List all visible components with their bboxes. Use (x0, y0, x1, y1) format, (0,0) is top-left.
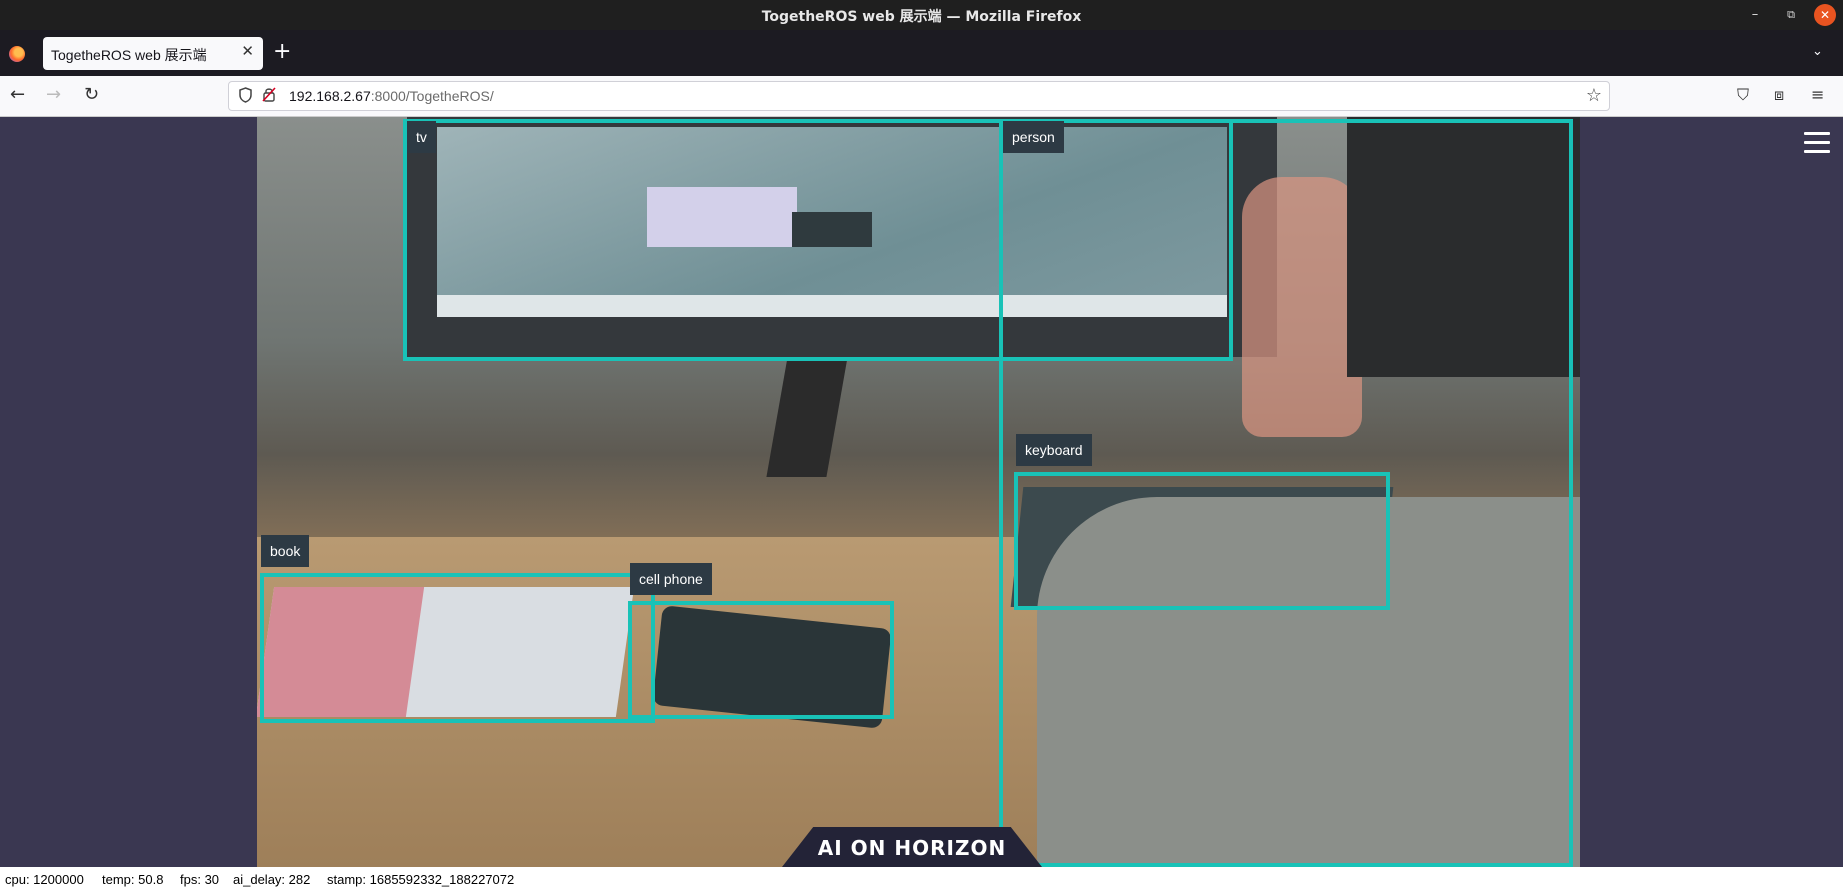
detection-box-book (260, 573, 655, 723)
detection-label-tv: tv (407, 121, 436, 153)
detection-box-keyboard (1014, 472, 1390, 610)
detection-label-cell-phone: cell phone (630, 563, 712, 595)
status-bar: cpu: 1200000 temp: 50.8 fps: 30 ai_delay… (0, 867, 1843, 891)
lock-insecure-icon[interactable] (262, 87, 276, 106)
list-all-tabs-button[interactable]: ⌄ (1812, 44, 1823, 59)
tab-togetheros[interactable]: TogetheROS web 展示端 ✕ (43, 37, 263, 70)
minimize-window-button[interactable]: – (1744, 4, 1766, 26)
status-temp: temp: 50.8 (102, 872, 164, 887)
status-ai-delay: ai_delay: 282 (233, 872, 311, 887)
menu-icon[interactable]: ≡ (1811, 85, 1824, 104)
tab-title: TogetheROS web 展示端 (51, 47, 207, 63)
firefox-logo-icon (9, 46, 25, 62)
camera-feed: tv person keyboard book cell phone AI ON… (257, 117, 1580, 867)
maximize-window-button[interactable]: ⧉ (1780, 4, 1802, 26)
shield-icon[interactable] (238, 87, 253, 107)
page-content: tv person keyboard book cell phone AI ON… (0, 117, 1843, 870)
detection-label-book: book (261, 535, 310, 567)
url-host: 192.168.2.67 (289, 88, 371, 104)
back-button[interactable]: ← (10, 85, 25, 105)
detection-label-person: person (1003, 121, 1064, 153)
detection-box-cell-phone (628, 601, 894, 719)
status-fps: fps: 30 (180, 872, 220, 887)
status-cpu: cpu: 1200000 (5, 872, 84, 887)
window-title: TogetheROS web 展示端 — Mozilla Firefox (761, 9, 1082, 25)
url-bar[interactable]: 192.168.2.67:8000/TogetheROS/ ☆ (228, 81, 1610, 111)
brand-text: AI ON HORIZON (817, 836, 1007, 860)
tab-strip: TogetheROS web 展示端 ✕ + ⌄ (0, 30, 1843, 76)
star-icon[interactable]: ☆ (1586, 85, 1602, 106)
url-path: :8000/TogetheROS/ (370, 88, 494, 104)
hamburger-icon[interactable] (1804, 132, 1830, 154)
reload-button[interactable]: ↻ (84, 85, 99, 105)
new-tab-button[interactable]: + (273, 41, 291, 63)
extensions-icon[interactable]: ⧈ (1774, 85, 1784, 105)
forward-button[interactable]: → (46, 85, 61, 105)
status-stamp: stamp: 1685592332_188227072 (327, 872, 515, 887)
close-window-button[interactable]: ✕ (1814, 4, 1836, 26)
brand-badge: AI ON HORIZON (782, 827, 1042, 867)
url-text[interactable]: 192.168.2.67:8000/TogetheROS/ (289, 88, 494, 104)
window-titlebar: TogetheROS web 展示端 — Mozilla Firefox – ⧉… (0, 0, 1843, 30)
tab-close-icon[interactable]: ✕ (241, 42, 254, 60)
detection-label-keyboard: keyboard (1016, 434, 1092, 466)
pocket-icon[interactable]: ⛉ (1737, 85, 1749, 105)
navigation-toolbar: ← → ↻ 192.168.2.67:8000/TogetheROS/ ☆ ⛉ … (0, 76, 1843, 117)
